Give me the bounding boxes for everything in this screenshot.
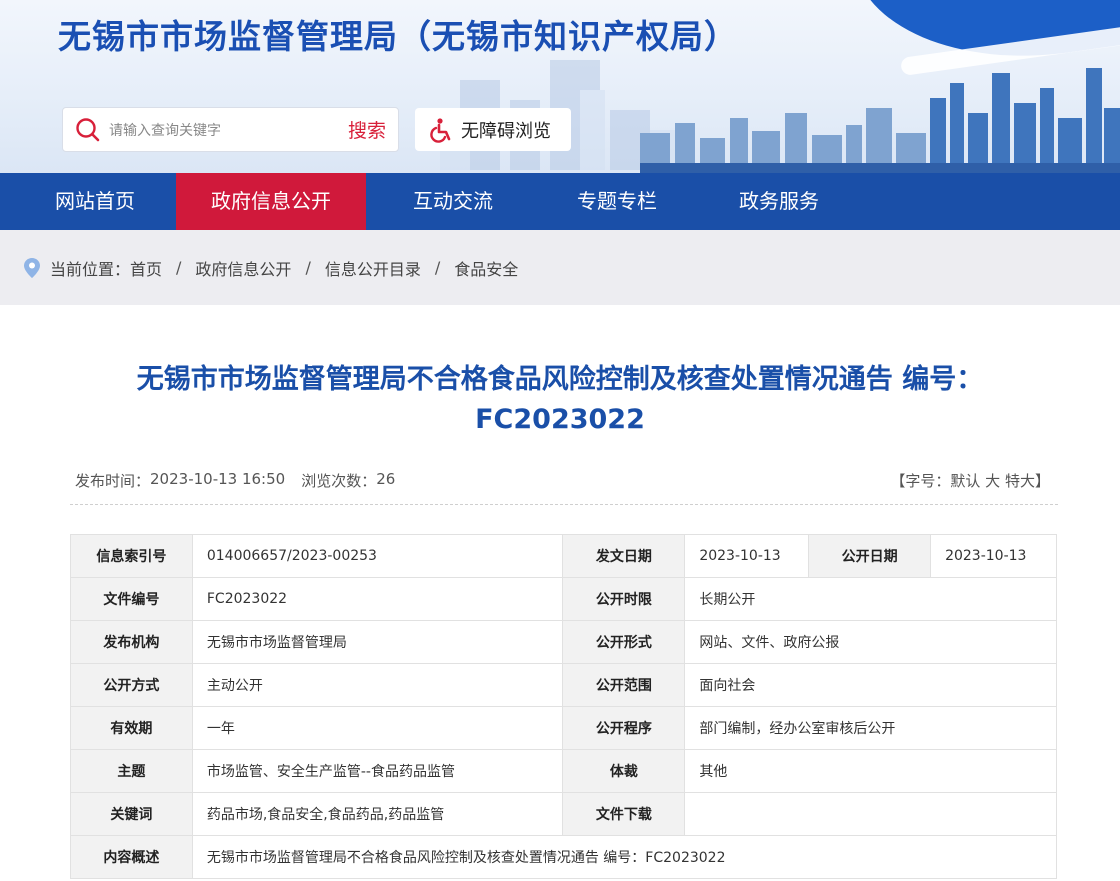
breadcrumb: 当前位置： 首页 / 政府信息公开 / 信息公开目录 / 食品安全: [0, 230, 1120, 305]
font-size-suffix: 】: [1034, 472, 1050, 490]
font-size-xlarge[interactable]: 特大: [1005, 472, 1035, 490]
publisher-label: 发布机构: [70, 620, 193, 664]
divider: [70, 504, 1058, 505]
table-row: 内容概述 无锡市市场监督管理局不合格食品风险控制及核查处置情况通告 编号：FC2…: [70, 835, 1058, 879]
search-button[interactable]: 搜索: [348, 116, 386, 143]
download-value[interactable]: [684, 792, 1057, 836]
font-size-large[interactable]: 大: [985, 472, 1000, 490]
open-form-value: 网站、文件、政府公报: [684, 620, 1057, 664]
open-method-label: 公开方式: [70, 663, 193, 707]
accessibility-button[interactable]: 无障碍浏览: [415, 108, 571, 151]
keywords-value: 药品市场,食品安全,食品药品,药品监管: [191, 792, 564, 836]
open-procedure-value: 部门编制，经办公室审核后公开: [684, 706, 1057, 750]
index-no-value: 014006657/2023-00253: [191, 534, 564, 578]
site-header: 无锡市市场监督管理局（无锡市知识产权局） 请输入查询关键字 搜索 无障碍浏览: [0, 0, 1120, 173]
views-label: 浏览次数：: [301, 472, 377, 490]
search-box: 请输入查询关键字 搜索: [62, 107, 399, 152]
open-period-value: 长期公开: [684, 577, 1057, 621]
table-row: 公开方式 主动公开 公开范围 面向社会: [70, 663, 1057, 707]
table-row: 主题 市场监管、安全生产监管--食品药品监管 体裁 其他: [70, 749, 1057, 793]
breadcrumb-gov-info[interactable]: 政府信息公开: [195, 256, 291, 280]
wheelchair-icon: [430, 117, 451, 143]
accessibility-label: 无障碍浏览: [461, 120, 551, 142]
open-method-value: 主动公开: [191, 663, 564, 707]
summary-label: 内容概述: [70, 835, 193, 879]
search-input[interactable]: 请输入查询关键字: [109, 120, 348, 140]
open-form-label: 公开形式: [562, 620, 686, 664]
open-scope-label: 公开范围: [562, 663, 686, 707]
subject-value: 市场监管、安全生产监管--食品药品监管: [191, 749, 564, 793]
info-table: 信息索引号 014006657/2023-00253 发文日期 2023-10-…: [70, 534, 1058, 879]
table-row: 发布机构 无锡市市场监督管理局 公开形式 网站、文件、政府公报: [70, 620, 1057, 664]
breadcrumb-separator: /: [176, 258, 182, 277]
open-period-label: 公开时限: [562, 577, 686, 621]
location-pin-icon: [24, 257, 40, 278]
genre-value: 其他: [684, 749, 1057, 793]
breadcrumb-home[interactable]: 首页: [130, 256, 162, 280]
nav-item-services[interactable]: 政务服务: [694, 173, 864, 230]
doc-no-label: 文件编号: [70, 577, 193, 621]
validity-value: 一年: [191, 706, 564, 750]
breadcrumb-food-safety[interactable]: 食品安全: [454, 256, 518, 280]
subject-label: 主题: [70, 749, 193, 793]
breadcrumb-prefix: 当前位置：: [50, 259, 131, 279]
font-size-switcher: 【字号：默认 大 特大】: [890, 470, 1050, 491]
views-count: 26: [376, 470, 396, 488]
open-scope-value: 面向社会: [684, 663, 1057, 707]
summary-value: 无锡市市场监督管理局不合格食品风险控制及核查处置情况通告 编号：FC202302…: [191, 835, 1058, 879]
site-title: 无锡市市场监督管理局（无锡市知识产权局）: [58, 17, 738, 56]
breadcrumb-catalog[interactable]: 信息公开目录: [325, 256, 421, 280]
open-date-label: 公开日期: [808, 534, 932, 578]
font-size-prefix: 【字号：: [890, 472, 951, 490]
open-date-value: 2023-10-13: [930, 534, 1057, 578]
download-label: 文件下载: [562, 792, 686, 836]
font-size-default[interactable]: 默认: [950, 472, 980, 490]
publisher-value: 无锡市市场监督管理局: [191, 620, 564, 664]
table-row: 文件编号 FC2023022 公开时限 长期公开: [70, 577, 1057, 621]
genre-label: 体裁: [562, 749, 686, 793]
nav-item-interaction[interactable]: 互动交流: [366, 173, 540, 230]
article-title: 无锡市市场监督管理局不合格食品风险控制及核查处置情况通告 编号：FC202302…: [136, 364, 984, 435]
nav-item-topics[interactable]: 专题专栏: [540, 173, 694, 230]
issue-date-value: 2023-10-13: [684, 534, 810, 578]
index-no-label: 信息索引号: [70, 534, 193, 578]
publish-label: 发布时间：: [75, 472, 151, 490]
article-meta: 发布时间： 2023-10-13 16:50 浏览次数： 26 【字号：默认 大…: [75, 470, 1050, 491]
table-row: 信息索引号 014006657/2023-00253 发文日期 2023-10-…: [70, 534, 1057, 578]
table-row: 有效期 一年 公开程序 部门编制，经办公室审核后公开: [70, 706, 1057, 750]
breadcrumb-separator: /: [434, 258, 441, 277]
breadcrumb-separator: /: [305, 258, 311, 277]
nav-item-home[interactable]: 网站首页: [0, 173, 190, 230]
search-icon: [76, 117, 100, 141]
keywords-label: 关键词: [70, 792, 193, 836]
doc-no-value: FC2023022: [191, 577, 564, 621]
city-skyline-image: [640, 68, 1120, 173]
open-procedure-label: 公开程序: [562, 706, 686, 750]
nav-item-gov-info[interactable]: 政府信息公开: [176, 173, 366, 230]
table-row: 关键词 药品市场,食品安全,食品药品,药品监管 文件下载: [70, 792, 1057, 836]
validity-label: 有效期: [70, 706, 193, 750]
main-nav: 网站首页 政府信息公开 互动交流 专题专栏 政务服务: [0, 173, 1120, 230]
issue-date-label: 发文日期: [562, 534, 686, 578]
publish-time: 2023-10-13 16:50: [150, 470, 286, 488]
